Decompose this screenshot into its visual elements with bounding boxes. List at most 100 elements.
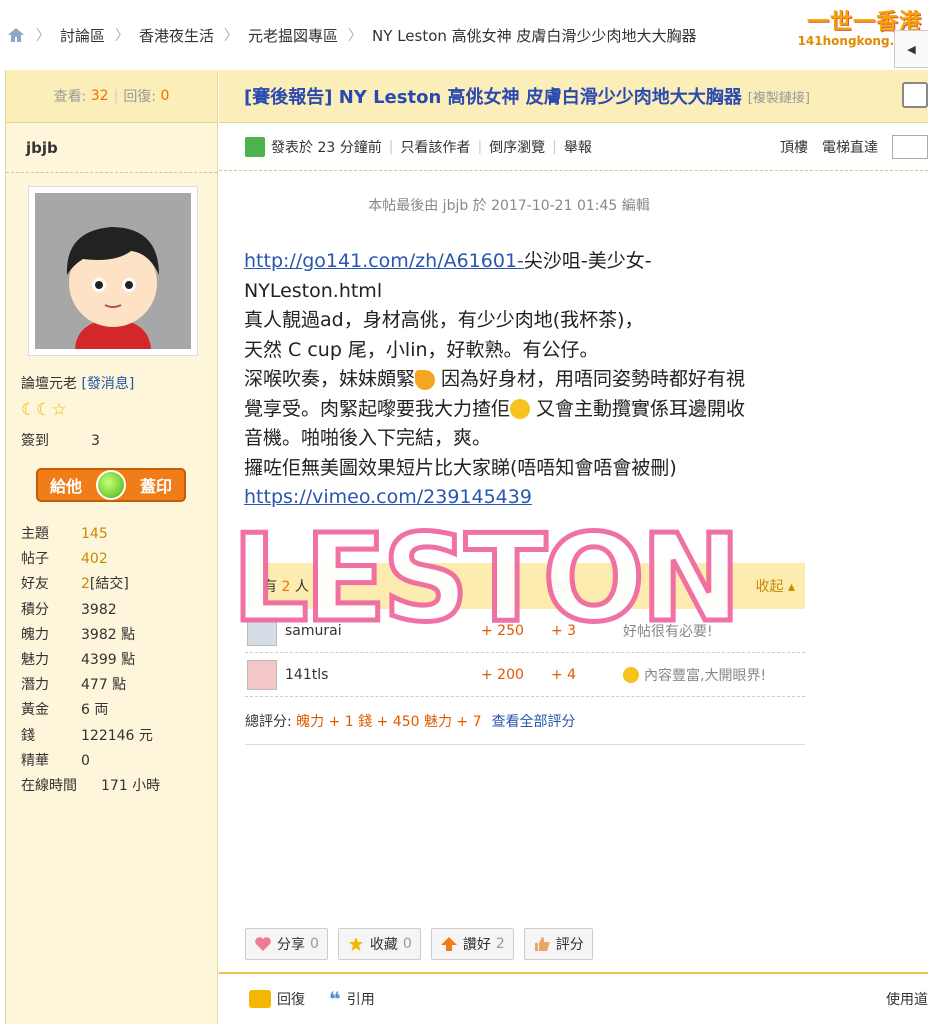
heart-icon <box>254 936 272 952</box>
print-icon[interactable] <box>902 82 928 108</box>
stat-value: 6 両 <box>81 702 109 719</box>
stat-key: 潛力 <box>21 677 49 694</box>
stat-value: 122146 元 <box>81 727 153 744</box>
view-all-ratings-link[interactable]: 查看全部評分 <box>492 711 576 731</box>
post-line: 真人靚過ad，身材高佻，有少少肉地(我杯茶)， <box>244 309 644 331</box>
rank-label: 論壇元老 <box>21 376 77 392</box>
stat-row: 錢 122146 元 <box>21 724 160 749</box>
cool-emoji-icon <box>623 666 639 683</box>
chevron-right-icon: 〉 <box>348 28 363 44</box>
post-info-bar: 發表於 23 分鐘前 | 只看該作者 | 倒序瀏覽 | 舉報 頂樓 電梯直達 <box>219 123 928 171</box>
rating-reason-text: 內容豐富,大開眼界! <box>644 667 767 684</box>
give-stamp-button[interactable]: 給他 蓋印 <box>36 468 186 502</box>
stat-key: 黃金 <box>21 702 49 719</box>
post-line: 因為好身材，用唔同姿勢時都好有視 <box>435 368 746 390</box>
favorite-label: 收藏 <box>369 937 398 953</box>
chevron-right-icon: 〉 <box>36 28 50 44</box>
stat-value: 4399 點 <box>81 652 136 669</box>
floor-label: 頂樓 <box>780 140 808 156</box>
post-body: http://go141.com/zh/A61601-尖沙咀-美少女- NYLe… <box>244 247 814 513</box>
stat-row: 在線時間 171 小時 <box>21 774 160 799</box>
reply-icon <box>249 990 271 1008</box>
thumb-emoji-icon <box>415 369 436 390</box>
share-label: 分享 <box>277 937 305 953</box>
rating-charm: + 4 <box>551 666 577 683</box>
post-line: 尖沙咀-美少女- <box>523 250 652 272</box>
stat-value: 3982 <box>81 601 117 618</box>
stat-row: 黃金 6 両 <box>21 698 160 723</box>
breadcrumb-nightlife[interactable]: 香港夜生活 <box>139 25 214 46</box>
like-label: 讚好 <box>462 937 491 953</box>
collapse-button[interactable]: 收起 ▴ <box>756 576 795 596</box>
stat-row: 好友 2 [結交] <box>21 572 160 597</box>
stat-row: 魅力 4399 點 <box>21 648 160 673</box>
arrow-up-icon <box>440 936 458 952</box>
edited-note: 本帖最後由 jbjb 於 2017-10-21 01:45 編輯 <box>368 198 650 214</box>
breadcrumb-section[interactable]: 元老揾図專區 <box>248 25 338 46</box>
stat-row: 潛力 477 點 <box>21 673 160 698</box>
quote-link[interactable]: 引用 <box>347 989 375 1009</box>
share-count: 0 <box>310 936 319 952</box>
stat-key: 積分 <box>21 601 49 618</box>
stat-value[interactable]: 2 <box>81 572 90 597</box>
post-line: 音機。啪啪後入下完結，爽。 <box>244 427 492 449</box>
posted-time: 發表於 23 分鐘前 <box>271 139 382 156</box>
rating-total: 總評分: 魄力 + 1 錢 + 450 魅力 + 7 查看全部評分 <box>245 697 805 745</box>
author-name[interactable]: jbjb <box>6 123 217 173</box>
total-values: 魄力 + 1 錢 + 450 魅力 + 7 <box>296 713 482 730</box>
breadcrumb-thread[interactable]: NY Leston 高佻女神 皮膚白滑少少肉地大大胸器 <box>372 25 696 46</box>
stat-value[interactable]: 402 <box>81 547 108 572</box>
stat-value: 477 點 <box>81 677 127 694</box>
stat-key: 好友 <box>21 576 49 593</box>
elevator-label: 電梯直達 <box>822 140 878 156</box>
replies-count: 0 <box>160 88 170 104</box>
favorite-count: 0 <box>402 936 412 952</box>
breadcrumb-forum[interactable]: 討論區 <box>60 25 105 46</box>
signin-value: 3 <box>91 433 100 449</box>
post-line: 深喉吹奏，妹妹頗緊 <box>244 368 416 390</box>
use-tool-link[interactable]: 使用道 <box>886 989 928 1009</box>
reply-link[interactable]: 回復 <box>277 989 305 1009</box>
post-link-vimeo[interactable]: https://vimeo.com/239145439 <box>244 486 532 508</box>
report-link[interactable]: 舉報 <box>564 137 592 157</box>
thread-stats: 查看: 32 | 回復: 0 <box>6 70 217 123</box>
rating-reason: 內容豐富,大開眼界! <box>623 665 766 685</box>
rating-money: + 200 <box>481 666 524 683</box>
copy-link[interactable]: [複製鏈接] <box>748 87 810 106</box>
divider: | <box>552 138 557 155</box>
quote-icon: ❝ <box>329 987 341 1011</box>
thread-title[interactable]: [賽後報告] NY Leston 高佻女神 皮膚白滑少少肉地大大胸器 <box>244 83 742 109</box>
stat-value[interactable]: 145 <box>81 522 108 547</box>
stat-row: 精華 0 <box>21 749 160 774</box>
stat-value: 171 小時 <box>101 778 161 795</box>
stat-key: 主題 <box>21 526 49 542</box>
stat-row: 帖子 402 <box>21 547 160 572</box>
stat-key: 在線時間 <box>21 778 77 795</box>
add-friend-link[interactable]: [結交] <box>90 572 129 597</box>
rater-name[interactable]: 141tls <box>285 667 328 683</box>
divider: | <box>477 138 483 155</box>
post-link-go141[interactable]: http://go141.com/zh/A61601- <box>244 250 524 272</box>
divider: | <box>388 138 394 155</box>
stat-key: 魄力 <box>21 626 49 643</box>
share-button[interactable]: 分享 0 <box>245 928 328 960</box>
post-footer: 回復 ❝ 引用 使用道 <box>219 972 928 1024</box>
reverse-order-link[interactable]: 倒序瀏覽 <box>489 137 545 157</box>
send-message-link[interactable]: [發消息] <box>81 376 134 392</box>
stamp-label: 蓋印 <box>139 477 172 496</box>
avatar[interactable] <box>28 186 198 356</box>
rater-avatar[interactable] <box>247 659 277 690</box>
rate-label: 評分 <box>555 937 584 953</box>
like-count: 2 <box>495 936 505 952</box>
post-actions: 分享 0 收藏 0 讚好 2 評分 <box>245 928 593 960</box>
stat-key: 魅力 <box>21 652 49 669</box>
only-author-link[interactable]: 只看該作者 <box>400 137 470 157</box>
favorite-button[interactable]: 收藏 0 <box>337 928 421 960</box>
rate-button[interactable]: 評分 <box>523 928 593 960</box>
home-icon[interactable] <box>6 26 26 44</box>
give-label: 給他 <box>50 477 83 496</box>
online-icon <box>245 136 265 157</box>
scroll-left-button[interactable]: ◀ <box>894 30 928 68</box>
like-button[interactable]: 讚好 2 <box>430 928 514 960</box>
floor-jump-input[interactable] <box>892 135 928 159</box>
